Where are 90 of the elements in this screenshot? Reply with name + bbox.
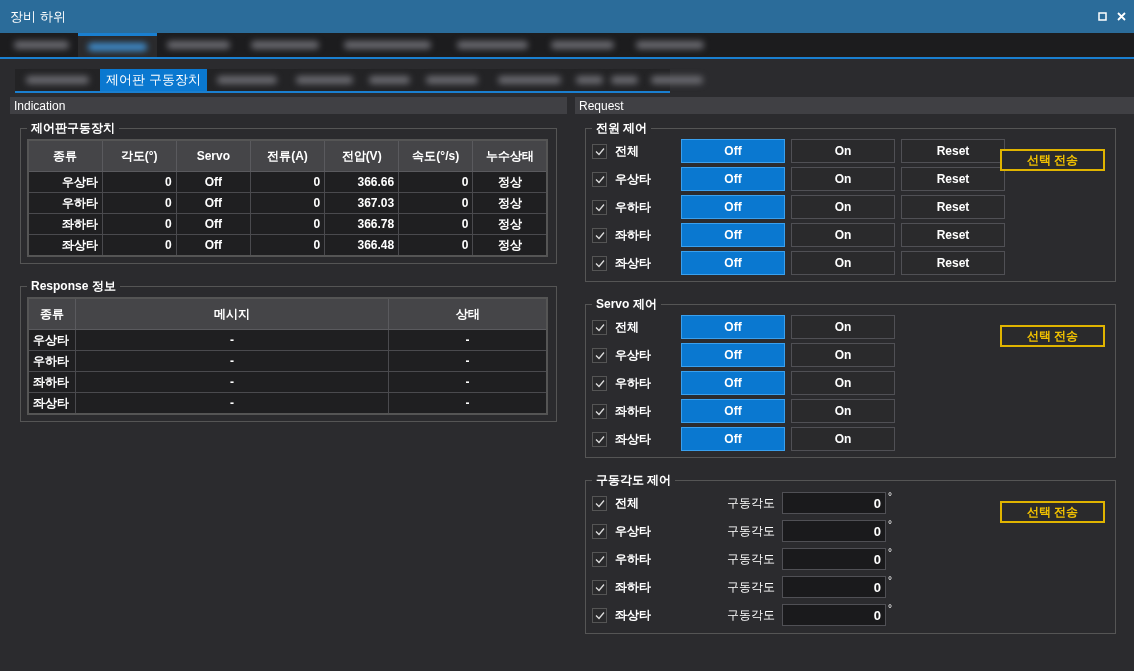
- checkbox-label: 좌하타: [615, 226, 652, 244]
- table-cell: -: [75, 329, 389, 351]
- toggle-button[interactable]: Off: [681, 427, 785, 451]
- panel-title: Request: [579, 98, 624, 113]
- column-header: 상태: [388, 298, 547, 330]
- checkbox-label: 전체: [615, 142, 640, 160]
- toggle-button[interactable]: Off: [681, 195, 785, 219]
- toggle-button[interactable]: Reset: [901, 167, 1005, 191]
- toggle-button[interactable]: Off: [681, 139, 785, 163]
- toggle-button[interactable]: On: [791, 195, 895, 219]
- table-cell: 우상타: [28, 171, 103, 193]
- toggle-button[interactable]: Reset: [901, 251, 1005, 275]
- field-label: 구동각도: [727, 494, 776, 512]
- toggle-button[interactable]: On: [791, 371, 895, 395]
- column-header: 전압(V): [324, 140, 399, 172]
- checkbox-label: 우상타: [615, 346, 652, 364]
- checkbox-label: 좌상타: [615, 606, 652, 624]
- table-cell: 좌상타: [28, 392, 76, 414]
- degree-unit: °: [888, 519, 892, 530]
- group-title: Response 정보: [30, 278, 117, 295]
- column-header: 종류: [28, 298, 76, 330]
- angle-field[interactable]: 0: [782, 548, 886, 570]
- checkbox-label: 좌상타: [615, 430, 652, 448]
- field-label: 구동각도: [727, 522, 776, 540]
- column-header: 각도(°): [102, 140, 177, 172]
- toggle-button[interactable]: Off: [681, 343, 785, 367]
- table-cell: 우하타: [28, 192, 103, 214]
- angle-field[interactable]: 0: [782, 492, 886, 514]
- table-cell: -: [75, 392, 389, 414]
- checkbox-label: 좌상타: [615, 254, 652, 272]
- angle-field[interactable]: 0: [782, 520, 886, 542]
- toggle-button[interactable]: On: [791, 251, 895, 275]
- group-title: 제어판구동장치: [30, 120, 116, 137]
- checkbox-label: 전체: [615, 318, 640, 336]
- table-cell: -: [75, 371, 389, 393]
- column-header: 누수상태: [472, 140, 547, 172]
- degree-unit: °: [888, 547, 892, 558]
- tab[interactable]: 제어판 구동장치: [100, 69, 207, 91]
- table-cell: 우상타: [28, 329, 76, 351]
- toggle-button[interactable]: On: [791, 399, 895, 423]
- toggle-button[interactable]: Off: [681, 371, 785, 395]
- table-cell: 우하타: [28, 350, 76, 372]
- toggle-button[interactable]: On: [791, 223, 895, 247]
- column-header: 종류: [28, 140, 103, 172]
- toggle-button[interactable]: Reset: [901, 223, 1005, 247]
- toggle-button[interactable]: Off: [681, 223, 785, 247]
- column-header: 전류(A): [250, 140, 325, 172]
- checkbox-label: 우상타: [615, 522, 652, 540]
- table-cell: 좌하타: [28, 213, 103, 235]
- field-label: 구동각도: [727, 550, 776, 568]
- window-title: 장비 하위: [10, 7, 66, 26]
- table-cell: 좌하타: [28, 371, 76, 393]
- send-button[interactable]: 선택 전송: [1000, 325, 1105, 347]
- column-header: Servo: [176, 140, 251, 172]
- toggle-button[interactable]: On: [791, 343, 895, 367]
- checkbox-label: 우상타: [615, 170, 652, 188]
- toggle-button[interactable]: Off: [681, 167, 785, 191]
- group-title: 전원 제어: [595, 120, 649, 137]
- send-button[interactable]: 선택 전송: [1000, 149, 1105, 171]
- panel-title: Indication: [14, 98, 66, 113]
- group-title: Servo 제어: [595, 296, 658, 313]
- toggle-button[interactable]: On: [791, 427, 895, 451]
- field-label: 구동각도: [727, 578, 776, 596]
- field-label: 구동각도: [727, 606, 776, 624]
- checkbox-label: 전체: [615, 494, 640, 512]
- angle-field[interactable]: 0: [782, 576, 886, 598]
- toggle-button[interactable]: On: [791, 139, 895, 163]
- toggle-button[interactable]: Reset: [901, 195, 1005, 219]
- toggle-button[interactable]: Reset: [901, 139, 1005, 163]
- degree-unit: °: [888, 575, 892, 586]
- degree-unit: °: [888, 491, 892, 502]
- group-title: 구동각도 제어: [595, 472, 673, 489]
- checkbox-label: 좌하타: [615, 578, 652, 596]
- checkbox-label: 좌하타: [615, 402, 652, 420]
- toggle-button[interactable]: On: [791, 315, 895, 339]
- checkbox-label: 우하타: [615, 550, 652, 568]
- checkbox-label: 우하타: [615, 198, 652, 216]
- send-button[interactable]: 선택 전송: [1000, 501, 1105, 523]
- table-cell: -: [388, 392, 547, 414]
- toggle-button[interactable]: On: [791, 167, 895, 191]
- table-cell: 좌상타: [28, 234, 103, 256]
- toggle-button[interactable]: Off: [681, 251, 785, 275]
- checkbox-label: 우하타: [615, 374, 652, 392]
- toggle-button[interactable]: Off: [681, 315, 785, 339]
- degree-unit: °: [888, 603, 892, 614]
- table-cell: -: [75, 350, 389, 372]
- toggle-button[interactable]: Off: [681, 399, 785, 423]
- column-header: 속도(°/s): [398, 140, 473, 172]
- angle-field[interactable]: 0: [782, 604, 886, 626]
- column-header: 메시지: [75, 298, 389, 330]
